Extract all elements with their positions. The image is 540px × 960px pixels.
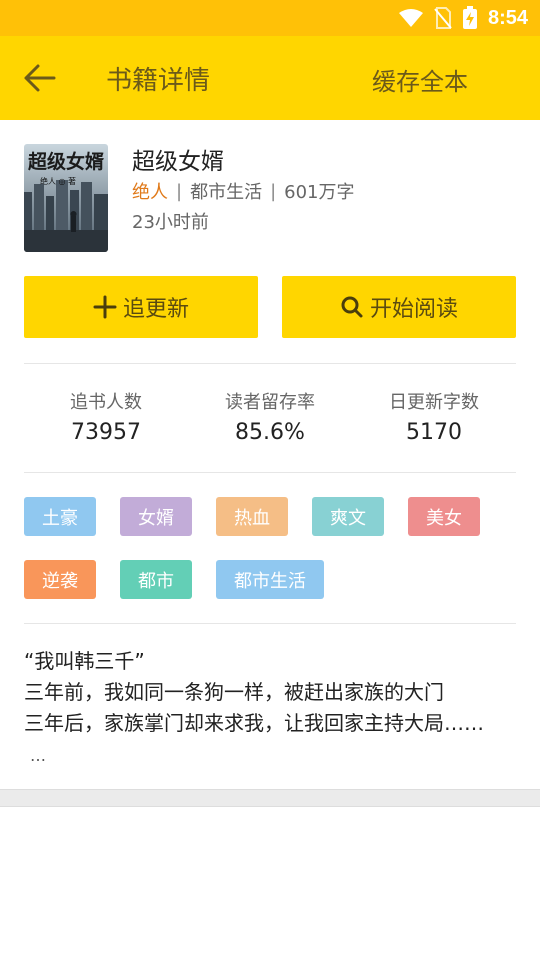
book-title: 超级女婿 xyxy=(132,149,224,175)
stat-label: 读者留存率 xyxy=(225,392,315,413)
tag-label: 爽文 xyxy=(330,507,366,529)
book-meta: 绝人 | 都市生活 | 601万字 xyxy=(132,178,355,204)
stat-followers: 追书人数 73957 xyxy=(24,388,188,445)
status-icons: 8:54 xyxy=(398,6,528,30)
description-line: “我叫韩三千” xyxy=(24,649,145,673)
status-bar: 8:54 xyxy=(0,0,540,36)
start-reading-button[interactable]: 开始阅读 xyxy=(282,276,516,338)
divider xyxy=(24,472,516,473)
stat-label: 日更新字数 xyxy=(389,392,479,413)
stat-retention: 读者留存率 85.6% xyxy=(188,388,352,445)
tag-label: 都市生活 xyxy=(234,570,306,592)
tag-label: 美女 xyxy=(426,507,462,529)
stat-value: 73957 xyxy=(71,420,141,445)
status-time: 8:54 xyxy=(487,6,528,29)
cover-author: 绝人 ◎ 著 xyxy=(40,176,76,186)
plus-icon xyxy=(93,295,117,319)
divider xyxy=(24,623,516,624)
book-description[interactable]: “我叫韩三千” 三年前，我如同一条狗一样，被赶出家族的大门 三年后，家族掌门却来… xyxy=(24,646,484,771)
book-words: 601万字 xyxy=(284,182,355,203)
book-cover-image: 超级女婿 绝人 ◎ 著 xyxy=(24,144,108,252)
book-author[interactable]: 绝人 xyxy=(132,178,168,204)
cover-title: 超级女婿 xyxy=(27,150,105,173)
meta-separator: | xyxy=(270,180,277,202)
tag[interactable]: 都市 xyxy=(120,560,192,599)
follow-updates-button[interactable]: 追更新 xyxy=(24,276,258,338)
search-icon xyxy=(341,296,363,318)
description-more: … xyxy=(30,746,46,765)
divider xyxy=(24,363,516,364)
tag[interactable]: 土豪 xyxy=(24,497,96,536)
start-reading-label: 开始阅读 xyxy=(369,297,458,322)
follow-updates-label: 追更新 xyxy=(122,297,189,322)
description-line: 三年前，我如同一条狗一样，被赶出家族的大门 xyxy=(24,680,444,704)
no-sim-icon xyxy=(434,7,452,29)
tag-label: 女婿 xyxy=(138,507,174,529)
tag[interactable]: 逆袭 xyxy=(24,560,96,599)
tag-label: 热血 xyxy=(234,507,270,529)
stats-row: 追书人数 73957 读者留存率 85.6% 日更新字数 5170 xyxy=(24,388,516,445)
stat-value: 85.6% xyxy=(235,420,305,445)
tag-label: 土豪 xyxy=(42,507,78,529)
stat-daily-words: 日更新字数 5170 xyxy=(352,388,516,445)
wifi-icon xyxy=(398,9,423,27)
stat-label: 追书人数 xyxy=(70,392,142,413)
section-separator xyxy=(0,789,540,807)
tag[interactable]: 都市生活 xyxy=(216,560,324,599)
book-updated: 23小时前 xyxy=(132,212,209,233)
app-bar: 书籍详情 缓存全本 xyxy=(0,36,540,120)
tag[interactable]: 爽文 xyxy=(312,497,384,536)
tag-label: 逆袭 xyxy=(42,570,78,592)
page-title: 书籍详情 xyxy=(106,66,211,96)
arrow-left-icon xyxy=(24,64,56,92)
tag-label: 都市 xyxy=(138,570,174,592)
tag[interactable]: 女婿 xyxy=(120,497,192,536)
battery-charging-icon xyxy=(462,6,477,29)
stat-value: 5170 xyxy=(406,420,462,445)
back-button[interactable] xyxy=(22,62,58,94)
description-line: 三年后，家族掌门却来求我，让我回家主持大局…… xyxy=(24,711,484,735)
book-category: 都市生活 xyxy=(190,182,263,203)
meta-separator: | xyxy=(176,180,183,202)
book-cover[interactable]: 超级女婿 绝人 ◎ 著 xyxy=(24,144,108,252)
tag[interactable]: 美女 xyxy=(408,497,480,536)
tag[interactable]: 热血 xyxy=(216,497,288,536)
cache-all-button[interactable]: 缓存全本 xyxy=(372,62,468,97)
